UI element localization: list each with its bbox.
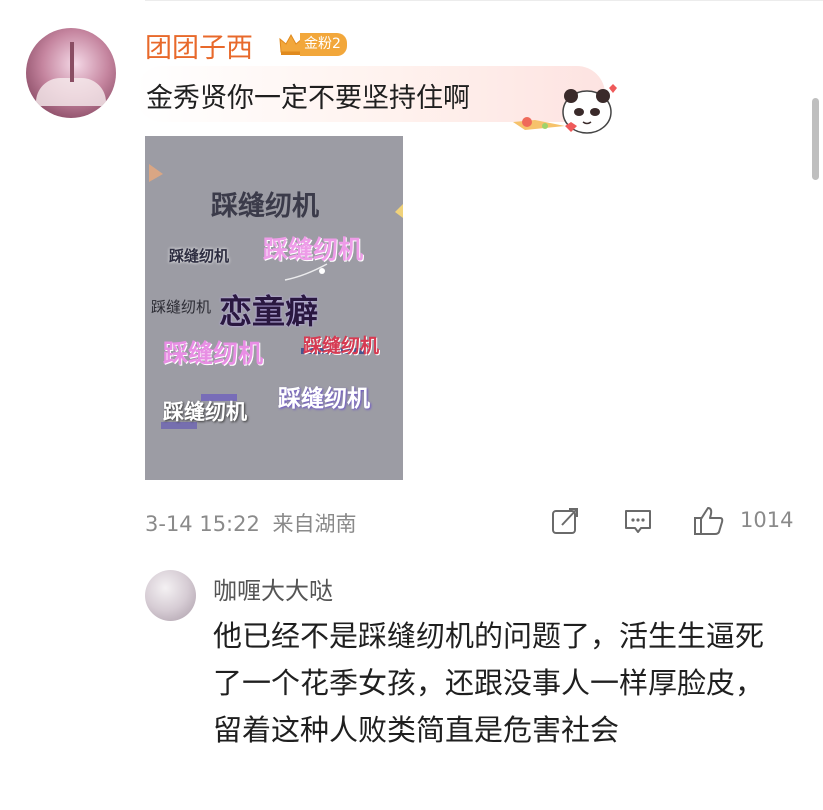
comment-image[interactable]: 踩缝纫机 踩缝纫机 踩缝纫机 踩缝纫机 恋童癖 踩缝纫机 踩缝纫机 踩缝纫机 踩… — [145, 136, 403, 480]
image-word: 踩缝纫机 — [263, 235, 364, 264]
reply-username[interactable]: 咖喱大大哒 — [213, 571, 333, 606]
timestamp: 3-14 15:22 — [145, 512, 260, 536]
image-word: 踩缝纫机 — [163, 400, 247, 424]
reply-text[interactable]: 他已经不是踩缝纫机的问题了，活生生逼死了一个花季女孩，还跟没事人一样厚脸皮，留着… — [213, 613, 773, 754]
avatar-key-art — [70, 42, 74, 82]
fan-badge[interactable]: 金粉2 — [278, 32, 347, 57]
reply-avatar[interactable] — [145, 570, 196, 621]
badge-label: 金粉2 — [300, 33, 347, 56]
image-word: 踩缝纫机 — [303, 335, 380, 357]
comment-meta: 3-14 15:22 来自湖南 — [145, 508, 357, 538]
like-count: 1014 — [740, 508, 794, 532]
image-word: 踩缝纫机 — [278, 386, 370, 412]
comment-icon[interactable] — [623, 505, 653, 537]
divider — [145, 0, 823, 1]
avatar-book-art — [36, 78, 106, 106]
image-word: 踩缝纫机 — [163, 339, 264, 368]
location: 来自湖南 — [272, 512, 357, 536]
image-word: 踩缝纫机 — [211, 191, 319, 222]
username[interactable]: 团团子西 — [145, 26, 253, 65]
like-icon[interactable] — [692, 505, 726, 537]
image-word: 踩缝纫机 — [169, 247, 230, 265]
image-word: 踩缝纫机 — [151, 298, 212, 316]
image-word: 恋童癖 — [219, 292, 318, 331]
panda-sticker-icon — [513, 84, 617, 134]
avatar[interactable] — [26, 28, 116, 118]
scrollbar[interactable] — [812, 98, 819, 180]
share-icon[interactable] — [550, 505, 580, 537]
comment-text[interactable]: 金秀贤你一定不要坚持住啊 — [146, 76, 470, 115]
